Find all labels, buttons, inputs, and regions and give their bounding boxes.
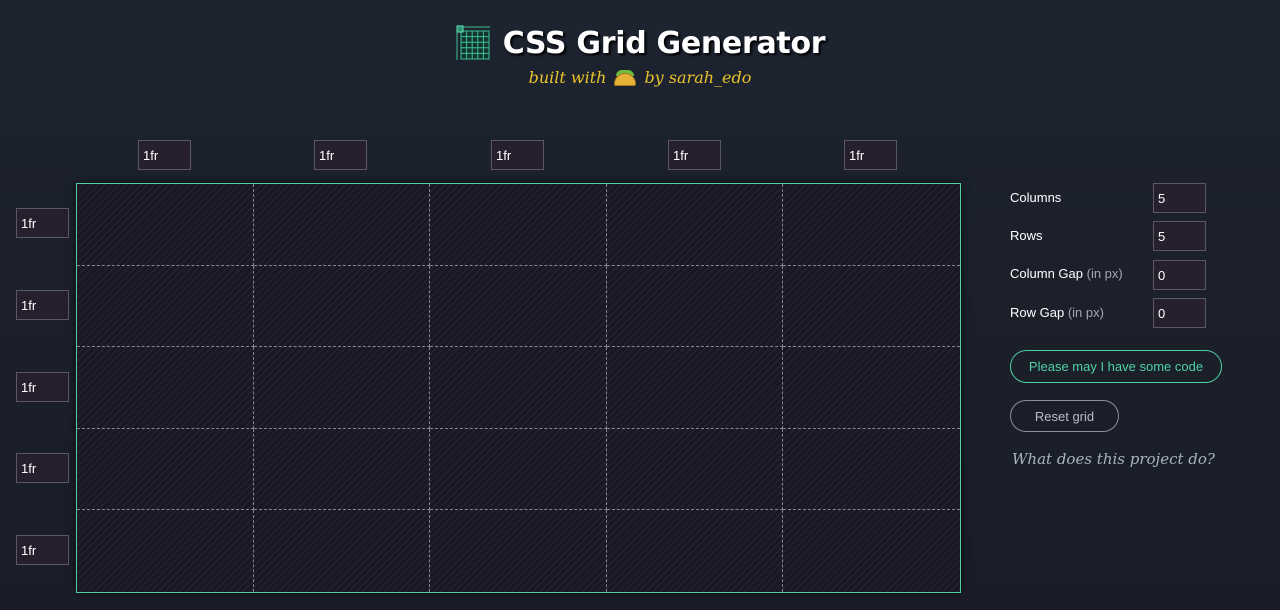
grid-logo-icon [455,25,491,61]
column-gap-input[interactable] [1153,260,1206,290]
grid-cell[interactable] [253,184,431,266]
grid-cell[interactable] [606,184,784,266]
row-gap-label: Row Gap (in px) [1010,305,1104,320]
page-title: CSS Grid Generator [502,25,826,61]
grid-cell[interactable] [77,265,254,348]
grid-cell[interactable] [253,265,431,348]
row-size-input-5[interactable] [16,535,69,565]
grid-cell[interactable] [77,184,254,266]
column-size-input-4[interactable] [668,140,721,170]
grid-cell[interactable] [77,347,254,429]
row-gap-hint: (in px) [1067,305,1104,320]
column-gap-label: Column Gap (in px) [1010,266,1123,281]
row-size-input-3[interactable] [16,372,69,402]
row-size-input-1[interactable] [16,208,69,238]
grid-cell[interactable] [253,428,431,511]
grid-cell[interactable] [783,510,960,592]
row-size-input-2[interactable] [16,290,69,320]
about-project-link[interactable]: What does this project do? [1012,450,1215,468]
grid-cell[interactable] [430,510,607,592]
taco-icon [614,69,637,86]
grid-cell[interactable] [430,184,607,266]
reset-grid-button[interactable]: Reset grid [1010,400,1119,432]
columns-input[interactable] [1153,183,1206,213]
grid-cell[interactable] [253,347,431,429]
grid-cell[interactable] [430,265,607,348]
grid-cell[interactable] [606,347,784,429]
grid-cell[interactable] [77,510,254,592]
grid-cell[interactable] [783,347,960,429]
subtitle-prefix: built with [528,68,607,87]
row-gap-label-text: Row Gap [1010,305,1065,320]
grid-cell[interactable] [606,428,784,511]
rows-input[interactable] [1153,221,1206,251]
column-size-input-3[interactable] [491,140,544,170]
columns-label: Columns [1010,190,1062,205]
grid-cell[interactable] [606,265,784,348]
grid-canvas[interactable] [76,183,961,593]
grid-cell[interactable] [77,428,254,511]
subtitle: built with by sarah_edo [0,68,1280,87]
grid-cell[interactable] [254,510,431,592]
column-size-input-2[interactable] [314,140,367,170]
row-gap-input[interactable] [1153,298,1206,328]
rows-label: Rows [1010,228,1043,243]
column-gap-label-text: Column Gap [1010,266,1083,281]
column-size-input-1[interactable] [138,140,191,170]
grid-cell[interactable] [783,184,960,266]
grid-cell[interactable] [783,429,960,511]
row-size-input-4[interactable] [16,453,69,483]
get-code-button[interactable]: Please may I have some code [1010,350,1222,383]
header: CSS Grid Generator built with by sarah_e… [0,24,1280,87]
grid-cell[interactable] [430,428,607,511]
grid-cell[interactable] [430,347,607,429]
column-size-input-5[interactable] [844,140,897,170]
column-gap-hint: (in px) [1086,266,1123,281]
author-credit[interactable]: by sarah_edo [644,68,751,87]
grid-cell[interactable] [607,510,784,592]
grid-cell[interactable] [783,266,960,348]
